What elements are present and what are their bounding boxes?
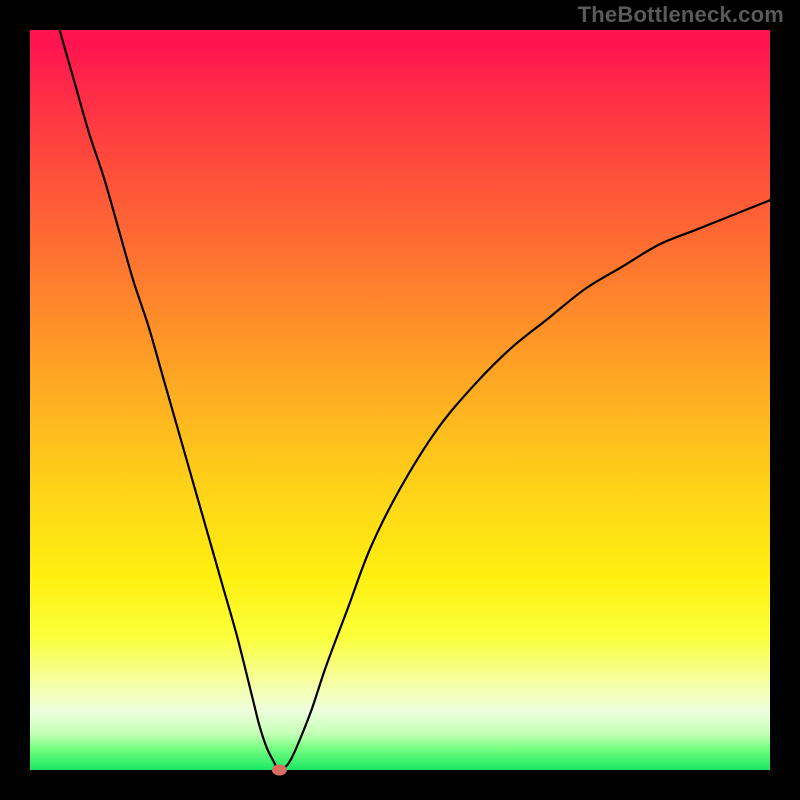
curve-svg (30, 30, 770, 770)
watermark-text: TheBottleneck.com (578, 2, 784, 28)
bottleneck-curve (60, 30, 770, 771)
minimum-marker (272, 765, 286, 775)
chart-frame: TheBottleneck.com (0, 0, 800, 800)
plot-area (30, 30, 770, 770)
